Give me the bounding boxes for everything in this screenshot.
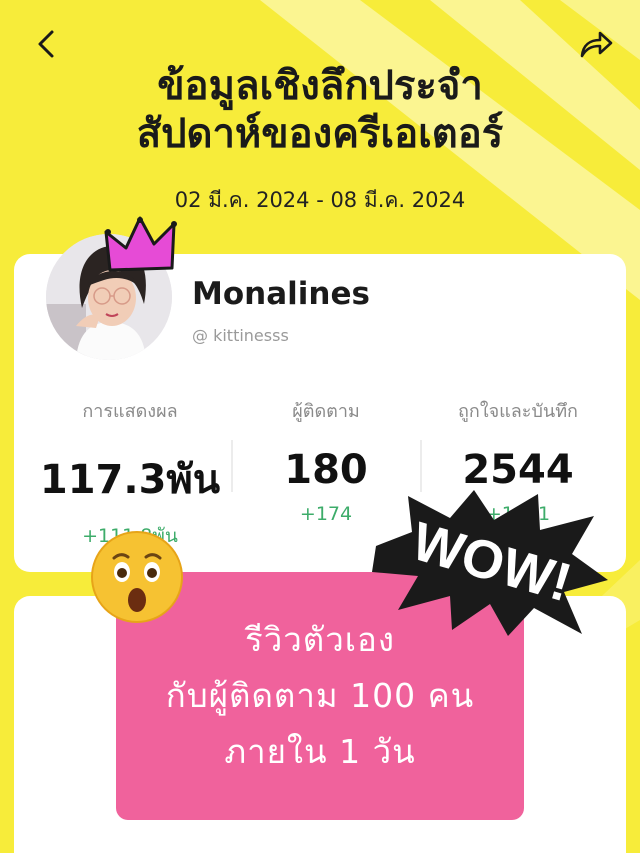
wow-sticker: WOW! — [372, 490, 608, 636]
title-line-2: สัปดาห์ของครีเอเตอร์ — [136, 111, 504, 157]
title-line-1: ข้อมูลเชิงลึกประจำ — [157, 63, 483, 109]
back-button[interactable] — [24, 22, 68, 66]
stat-value: 117.3พัน — [39, 457, 221, 503]
date-range: 02 มี.ค. 2024 - 08 มี.ค. 2024 — [174, 188, 466, 212]
promo-line-2: กับผู้ติดตาม 100 คน — [165, 676, 475, 715]
stat-value: 2544 — [462, 447, 574, 493]
promo-line-3: ภายใน 1 วัน — [224, 732, 416, 771]
stat-label: การแสดงผล — [82, 401, 178, 422]
profile-handle: @ kittinesss — [192, 326, 289, 345]
stat-label: ผู้ติดตาม — [292, 401, 360, 422]
stat-label: ถูกใจและบันทึก — [458, 401, 578, 422]
profile-name: Monalines — [192, 276, 370, 312]
chevron-left-icon — [38, 30, 54, 58]
astonished-face-icon — [91, 531, 183, 623]
stat-value: 180 — [284, 447, 368, 493]
share-arrow-icon — [580, 31, 613, 58]
page-title: ข้อมูลเชิงลึกประจำ สัปดาห์ของครีเอเตอร์ — [40, 62, 600, 158]
crown-icon — [104, 216, 177, 272]
share-button[interactable] — [574, 22, 618, 66]
